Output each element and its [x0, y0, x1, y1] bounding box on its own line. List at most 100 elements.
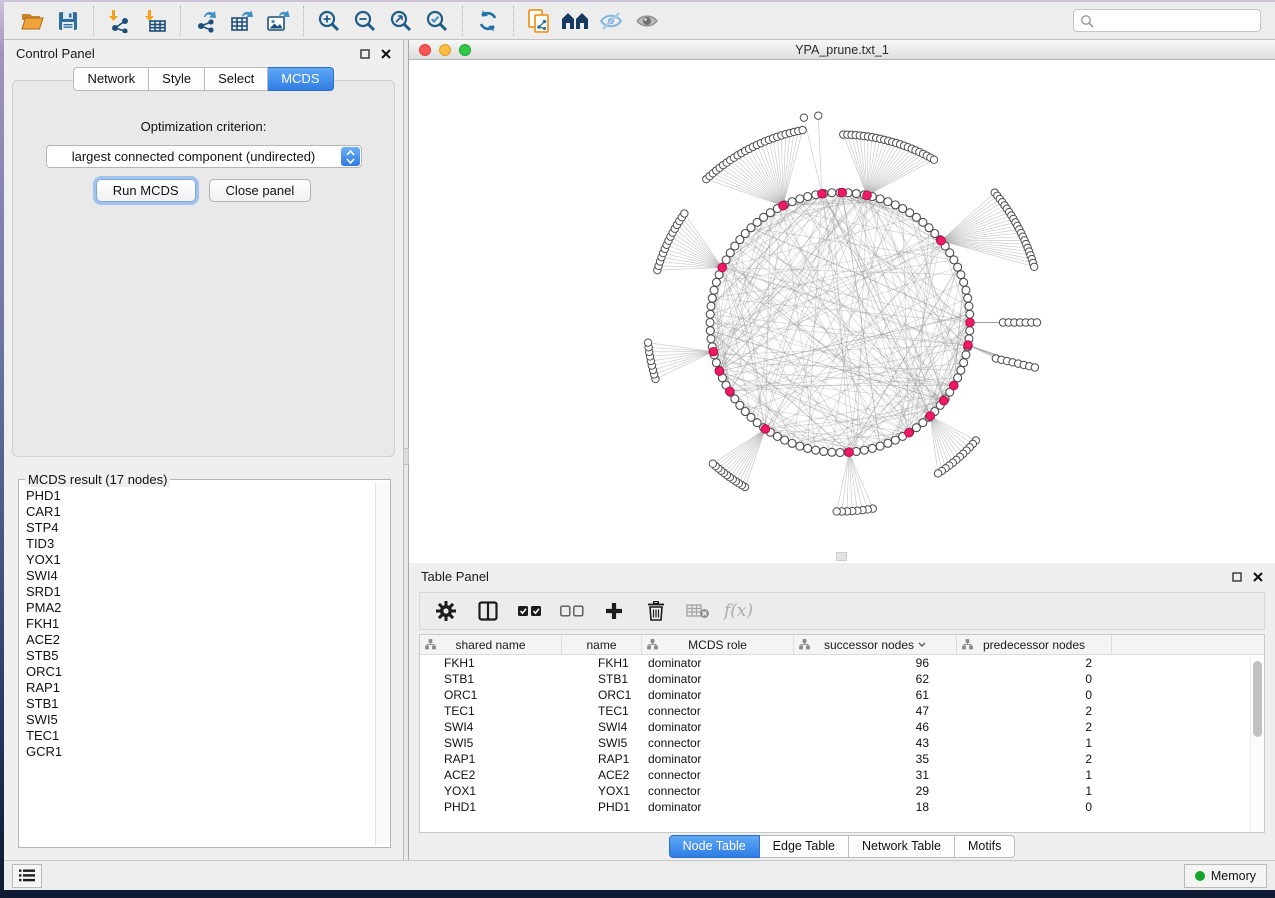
duplicate-network-icon[interactable] — [521, 6, 557, 36]
tab-style[interactable]: Style — [149, 67, 205, 91]
mcds-node-item[interactable]: ACE2 — [26, 632, 372, 648]
mcds-node-item[interactable]: RAP1 — [26, 680, 372, 696]
mcds-result-scrollbar[interactable] — [375, 482, 388, 845]
show-column-panel-icon[interactable] — [472, 596, 504, 626]
delete-table-icon[interactable] — [682, 596, 714, 626]
hide-selected-icon[interactable] — [593, 6, 629, 36]
task-history-button[interactable] — [12, 864, 42, 888]
show-all-icon[interactable] — [629, 6, 665, 36]
tab-network-table[interactable]: Network Table — [849, 835, 955, 858]
column-header-successor-nodes[interactable]: successor nodes — [794, 635, 957, 654]
mcds-node-item[interactable]: STB1 — [26, 696, 372, 712]
cell-MCDS-role: connector — [642, 784, 794, 798]
close-panel-button[interactable]: Close panel — [209, 179, 312, 202]
zoom-selected-icon[interactable] — [419, 6, 455, 36]
cell-shared-name: SWI4 — [420, 720, 562, 734]
split-grip[interactable] — [836, 552, 847, 561]
close-window-icon[interactable] — [419, 44, 431, 56]
tab-motifs[interactable]: Motifs — [955, 835, 1015, 858]
select-all-icon[interactable] — [514, 596, 546, 626]
mcds-node-item[interactable]: ORC1 — [26, 664, 372, 680]
delete-icon[interactable] — [640, 596, 672, 626]
import-table-icon[interactable] — [137, 6, 173, 36]
mcds-node-item[interactable]: PHD1 — [26, 488, 372, 504]
column-header-shared-name[interactable]: shared name — [420, 635, 562, 654]
tab-node-table[interactable]: Node Table — [669, 835, 760, 858]
mcds-node-item[interactable]: TEC1 — [26, 728, 372, 744]
cell-predecessor-nodes: 0 — [957, 672, 1112, 686]
open-icon[interactable] — [14, 6, 50, 36]
close-panel-icon[interactable] — [381, 49, 391, 59]
run-mcds-button[interactable]: Run MCDS — [96, 179, 196, 202]
zoom-out-icon[interactable] — [347, 6, 383, 36]
cell-successor-nodes: 47 — [794, 704, 957, 718]
minimize-window-icon[interactable] — [439, 44, 451, 56]
search-input[interactable] — [1099, 14, 1254, 28]
table-row[interactable]: STB1STB1dominator620 — [420, 671, 1264, 687]
table-row[interactable]: ACE2ACE2connector311 — [420, 767, 1264, 783]
column-header-name[interactable]: name — [562, 635, 642, 654]
table-scrollbar[interactable] — [1250, 656, 1264, 832]
close-panel-icon[interactable] — [1253, 572, 1263, 582]
mcds-node-item[interactable]: YOX1 — [26, 552, 372, 568]
table-row[interactable]: YOX1YOX1connector291 — [420, 783, 1264, 799]
table-settings-icon[interactable] — [430, 596, 462, 626]
export-image-icon[interactable] — [260, 6, 296, 36]
network-canvas[interactable] — [409, 60, 1275, 563]
toolbar-separator — [513, 6, 514, 36]
mcds-node-item[interactable]: STB5 — [26, 648, 372, 664]
memory-label: Memory — [1211, 869, 1256, 883]
first-neighbors-icon[interactable] — [557, 6, 593, 36]
mcds-node-item[interactable]: SWI4 — [26, 568, 372, 584]
table-row[interactable]: SWI4SWI4dominator462 — [420, 719, 1264, 735]
mcds-node-item[interactable]: SRD1 — [26, 584, 372, 600]
tab-select[interactable]: Select — [205, 67, 268, 91]
node-table: shared namenameMCDS rolesuccessor nodesp… — [419, 634, 1265, 833]
export-network-icon[interactable] — [188, 6, 224, 36]
memory-button[interactable]: Memory — [1184, 864, 1267, 888]
refresh-icon[interactable] — [470, 6, 506, 36]
mcds-node-item[interactable]: PMA2 — [26, 600, 372, 616]
cell-shared-name: ACE2 — [420, 768, 562, 782]
cell-name: PHD1 — [562, 800, 642, 814]
mcds-node-item[interactable]: FKH1 — [26, 616, 372, 632]
scrollbar-thumb[interactable] — [1253, 661, 1262, 737]
cell-name: TEC1 — [562, 704, 642, 718]
maximize-window-icon[interactable] — [459, 44, 471, 56]
cell-shared-name: FKH1 — [420, 656, 562, 670]
deselect-all-icon[interactable] — [556, 596, 588, 626]
column-header-MCDS-role[interactable]: MCDS role — [642, 635, 794, 654]
tab-network[interactable]: Network — [73, 67, 149, 91]
criterion-dropdown[interactable]: largest connected component (undirected) — [46, 145, 362, 168]
network-graph[interactable] — [409, 60, 1275, 563]
tab-mcds[interactable]: MCDS — [268, 67, 333, 91]
mcds-node-item[interactable]: STP4 — [26, 520, 372, 536]
import-network-icon[interactable] — [101, 6, 137, 36]
mcds-result-title: MCDS result (17 nodes) — [25, 472, 170, 487]
cell-name: YOX1 — [562, 784, 642, 798]
table-row[interactable]: RAP1RAP1dominator352 — [420, 751, 1264, 767]
tab-edge-table[interactable]: Edge Table — [760, 835, 849, 858]
float-panel-icon[interactable] — [360, 49, 370, 59]
table-row[interactable]: SWI5SWI5connector431 — [420, 735, 1264, 751]
export-table-icon[interactable] — [224, 6, 260, 36]
mcds-node-item[interactable]: CAR1 — [26, 504, 372, 520]
table-row[interactable]: TEC1TEC1connector472 — [420, 703, 1264, 719]
mcds-node-item[interactable]: GCR1 — [26, 744, 372, 760]
mcds-node-item[interactable]: SWI5 — [26, 712, 372, 728]
cell-predecessor-nodes: 1 — [957, 784, 1112, 798]
table-row[interactable]: PHD1PHD1dominator180 — [420, 799, 1264, 815]
table-row[interactable]: FKH1FKH1dominator962 — [420, 655, 1264, 671]
cell-successor-nodes: 43 — [794, 736, 957, 750]
float-panel-icon[interactable] — [1232, 572, 1242, 582]
zoom-in-icon[interactable] — [311, 6, 347, 36]
add-column-icon[interactable] — [598, 596, 630, 626]
search-field[interactable] — [1073, 9, 1261, 32]
status-bar: Memory — [4, 860, 1275, 890]
table-row[interactable]: ORC1ORC1dominator610 — [420, 687, 1264, 703]
save-icon[interactable] — [50, 6, 86, 36]
network-titlebar[interactable]: YPA_prune.txt_1 — [409, 40, 1275, 60]
mcds-node-item[interactable]: TID3 — [26, 536, 372, 552]
column-header-predecessor-nodes[interactable]: predecessor nodes — [957, 635, 1112, 654]
zoom-fit-icon[interactable] — [383, 6, 419, 36]
